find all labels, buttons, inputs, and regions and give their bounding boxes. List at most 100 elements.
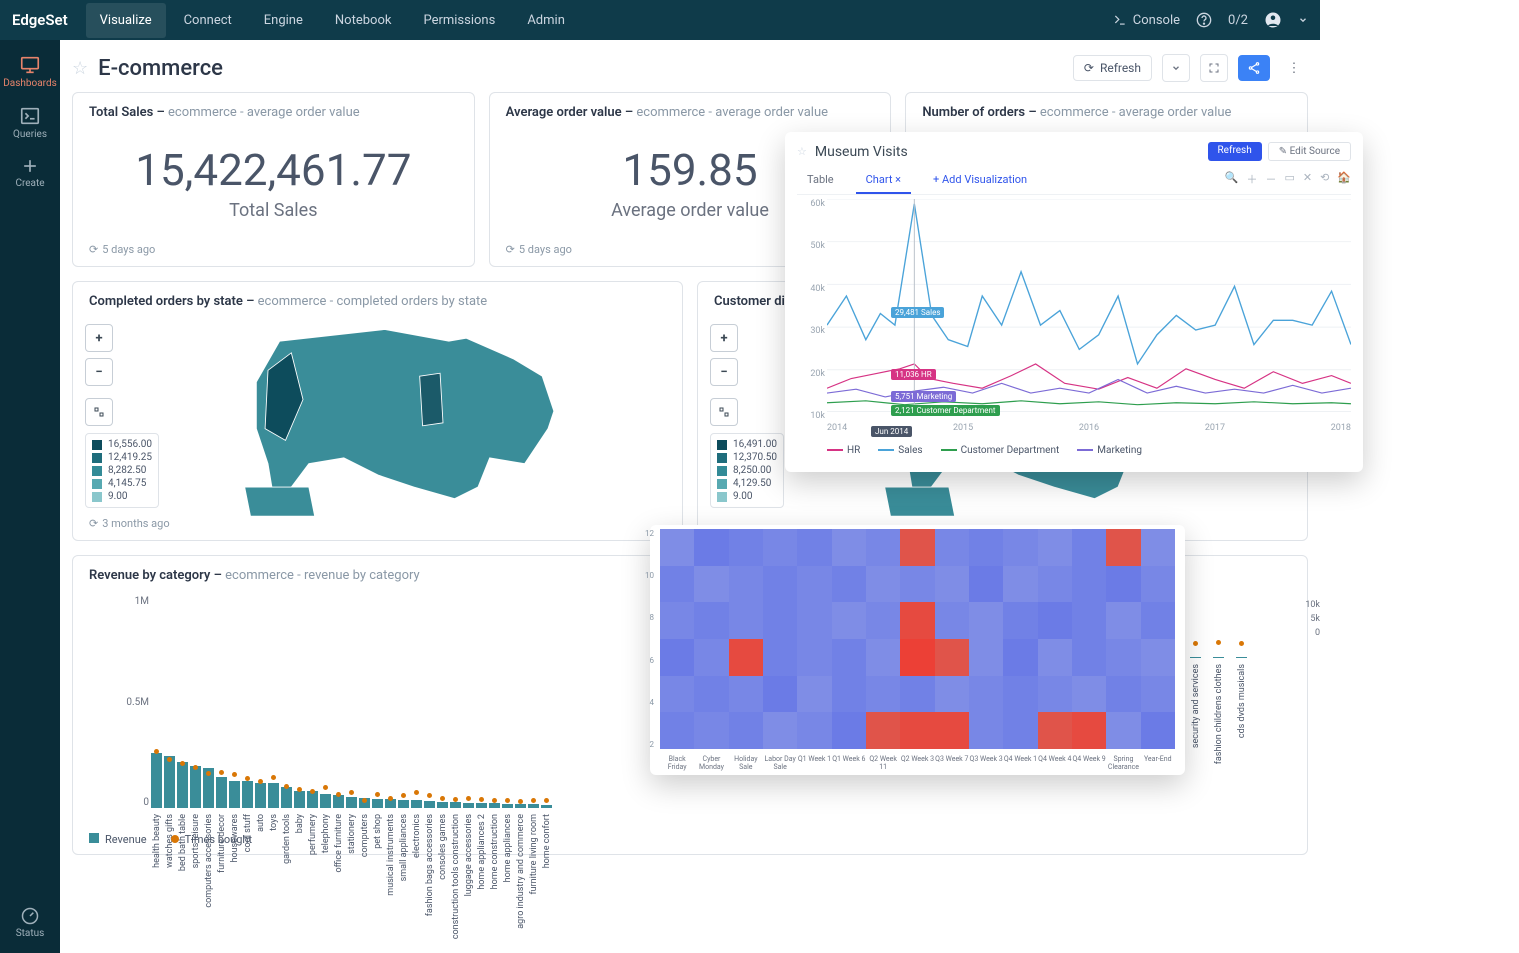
bar[interactable]: musical instruments — [385, 799, 396, 808]
fullscreen-button[interactable] — [1200, 54, 1228, 82]
bar[interactable]: cool stuff — [242, 781, 253, 808]
heat-cell[interactable] — [935, 639, 969, 676]
bar[interactable]: stationery — [346, 797, 357, 808]
reset-icon[interactable]: ⟲ — [1320, 171, 1329, 190]
close-icon[interactable]: ✕ — [1303, 171, 1312, 190]
tab-engine[interactable]: Engine — [250, 3, 317, 38]
console-link[interactable]: Console — [1113, 13, 1180, 28]
tab-visualize[interactable]: Visualize — [86, 3, 166, 38]
tab-notebook[interactable]: Notebook — [321, 3, 406, 38]
heat-cell[interactable] — [763, 602, 797, 639]
us-map[interactable] — [193, 312, 623, 522]
heat-cell[interactable] — [1106, 602, 1140, 639]
heat-cell[interactable] — [1106, 676, 1140, 713]
heat-cell[interactable] — [866, 602, 900, 639]
bar[interactable]: computers — [359, 798, 370, 808]
sidebar-item-create[interactable]: Create — [0, 148, 60, 197]
bar[interactable]: garden tools — [281, 787, 292, 808]
bar[interactable]: computers accessories — [203, 768, 214, 808]
heat-cell[interactable] — [969, 639, 1003, 676]
heat-cell[interactable] — [1141, 639, 1175, 676]
heat-cell[interactable] — [1141, 566, 1175, 603]
heat-cell[interactable] — [1003, 676, 1037, 713]
heat-cell[interactable] — [1072, 639, 1106, 676]
heat-cell[interactable] — [1003, 712, 1037, 749]
panel-add-viz[interactable]: + Add Visualization — [923, 167, 1037, 194]
heat-cell[interactable] — [763, 639, 797, 676]
bar-chart-right[interactable]: security and servicesfashion childrens c… — [1190, 648, 1247, 658]
heat-cell[interactable] — [935, 676, 969, 713]
plus-icon[interactable]: ＋ — [1246, 171, 1257, 190]
refresh-button[interactable]: ⟳ Refresh — [1073, 55, 1152, 81]
heat-cell[interactable] — [1038, 676, 1072, 713]
box-icon[interactable]: ▭ — [1284, 171, 1294, 190]
bar[interactable]: sports leisure — [190, 766, 201, 808]
heat-cell[interactable] — [1072, 529, 1106, 566]
heat-cell[interactable] — [866, 712, 900, 749]
star-icon[interactable]: ☆ — [797, 145, 807, 158]
heat-cell[interactable] — [935, 529, 969, 566]
heat-cell[interactable] — [763, 529, 797, 566]
heat-cell[interactable] — [1106, 529, 1140, 566]
panel-refresh-button[interactable]: Refresh — [1208, 142, 1262, 161]
heat-cell[interactable] — [797, 529, 831, 566]
heat-cell[interactable] — [900, 712, 934, 749]
heat-cell[interactable] — [797, 602, 831, 639]
sidebar-item-dashboards[interactable]: Dashboards — [0, 46, 60, 97]
tab-admin[interactable]: Admin — [513, 3, 579, 38]
heat-cell[interactable] — [763, 566, 797, 603]
heat-cell[interactable] — [797, 676, 831, 713]
bar[interactable]: home appliances — [502, 804, 513, 808]
heatmap[interactable] — [660, 529, 1175, 749]
heat-cell[interactable] — [900, 566, 934, 603]
heat-cell[interactable] — [660, 602, 694, 639]
zoom-out-button[interactable]: − — [85, 358, 113, 386]
bar[interactable]: office furniture — [333, 795, 344, 808]
map-fullscreen-button[interactable] — [710, 398, 738, 426]
home-icon[interactable]: 🏠 — [1337, 171, 1351, 190]
heat-cell[interactable] — [1072, 676, 1106, 713]
bar[interactable]: cds dvds musicals — [1236, 657, 1247, 658]
heat-cell[interactable] — [969, 676, 1003, 713]
heat-cell[interactable] — [969, 529, 1003, 566]
bar[interactable]: home appliances 2 — [476, 803, 487, 808]
bar[interactable]: housewares — [229, 781, 240, 809]
share-button[interactable] — [1238, 55, 1270, 81]
bar[interactable]: watches gifts — [164, 756, 175, 808]
heat-cell[interactable] — [763, 712, 797, 749]
bar[interactable]: toys — [268, 783, 279, 808]
heat-cell[interactable] — [969, 566, 1003, 603]
heat-cell[interactable] — [660, 529, 694, 566]
heat-cell[interactable] — [729, 529, 763, 566]
bar[interactable]: auto — [255, 783, 266, 808]
bar[interactable]: health beauty — [151, 753, 162, 808]
line-chart[interactable]: 60k50k40k30k20k10k 29,481 Sales 11,036 H… — [797, 199, 1351, 439]
bar[interactable]: telephony — [320, 794, 331, 808]
heat-cell[interactable] — [660, 566, 694, 603]
panel-edit-button[interactable]: ✎ Edit Source — [1268, 142, 1351, 161]
heat-cell[interactable] — [1003, 602, 1037, 639]
user-icon[interactable] — [1264, 11, 1282, 29]
zoom-in-button[interactable]: + — [710, 324, 738, 352]
heat-cell[interactable] — [797, 712, 831, 749]
heat-cell[interactable] — [694, 566, 728, 603]
bar[interactable]: baby — [294, 791, 305, 808]
heat-cell[interactable] — [694, 639, 728, 676]
heat-cell[interactable] — [729, 639, 763, 676]
heat-cell[interactable] — [935, 712, 969, 749]
heat-cell[interactable] — [832, 676, 866, 713]
bar[interactable]: home confort — [541, 805, 552, 808]
heat-cell[interactable] — [1072, 712, 1106, 749]
heat-cell[interactable] — [1072, 566, 1106, 603]
heat-cell[interactable] — [935, 602, 969, 639]
heat-cell[interactable] — [660, 712, 694, 749]
heat-cell[interactable] — [900, 676, 934, 713]
heat-cell[interactable] — [797, 639, 831, 676]
heat-cell[interactable] — [660, 676, 694, 713]
heat-cell[interactable] — [729, 676, 763, 713]
heat-cell[interactable] — [866, 639, 900, 676]
heat-cell[interactable] — [797, 566, 831, 603]
heat-cell[interactable] — [969, 712, 1003, 749]
minus-icon[interactable]: － — [1265, 171, 1276, 190]
heat-cell[interactable] — [969, 602, 1003, 639]
